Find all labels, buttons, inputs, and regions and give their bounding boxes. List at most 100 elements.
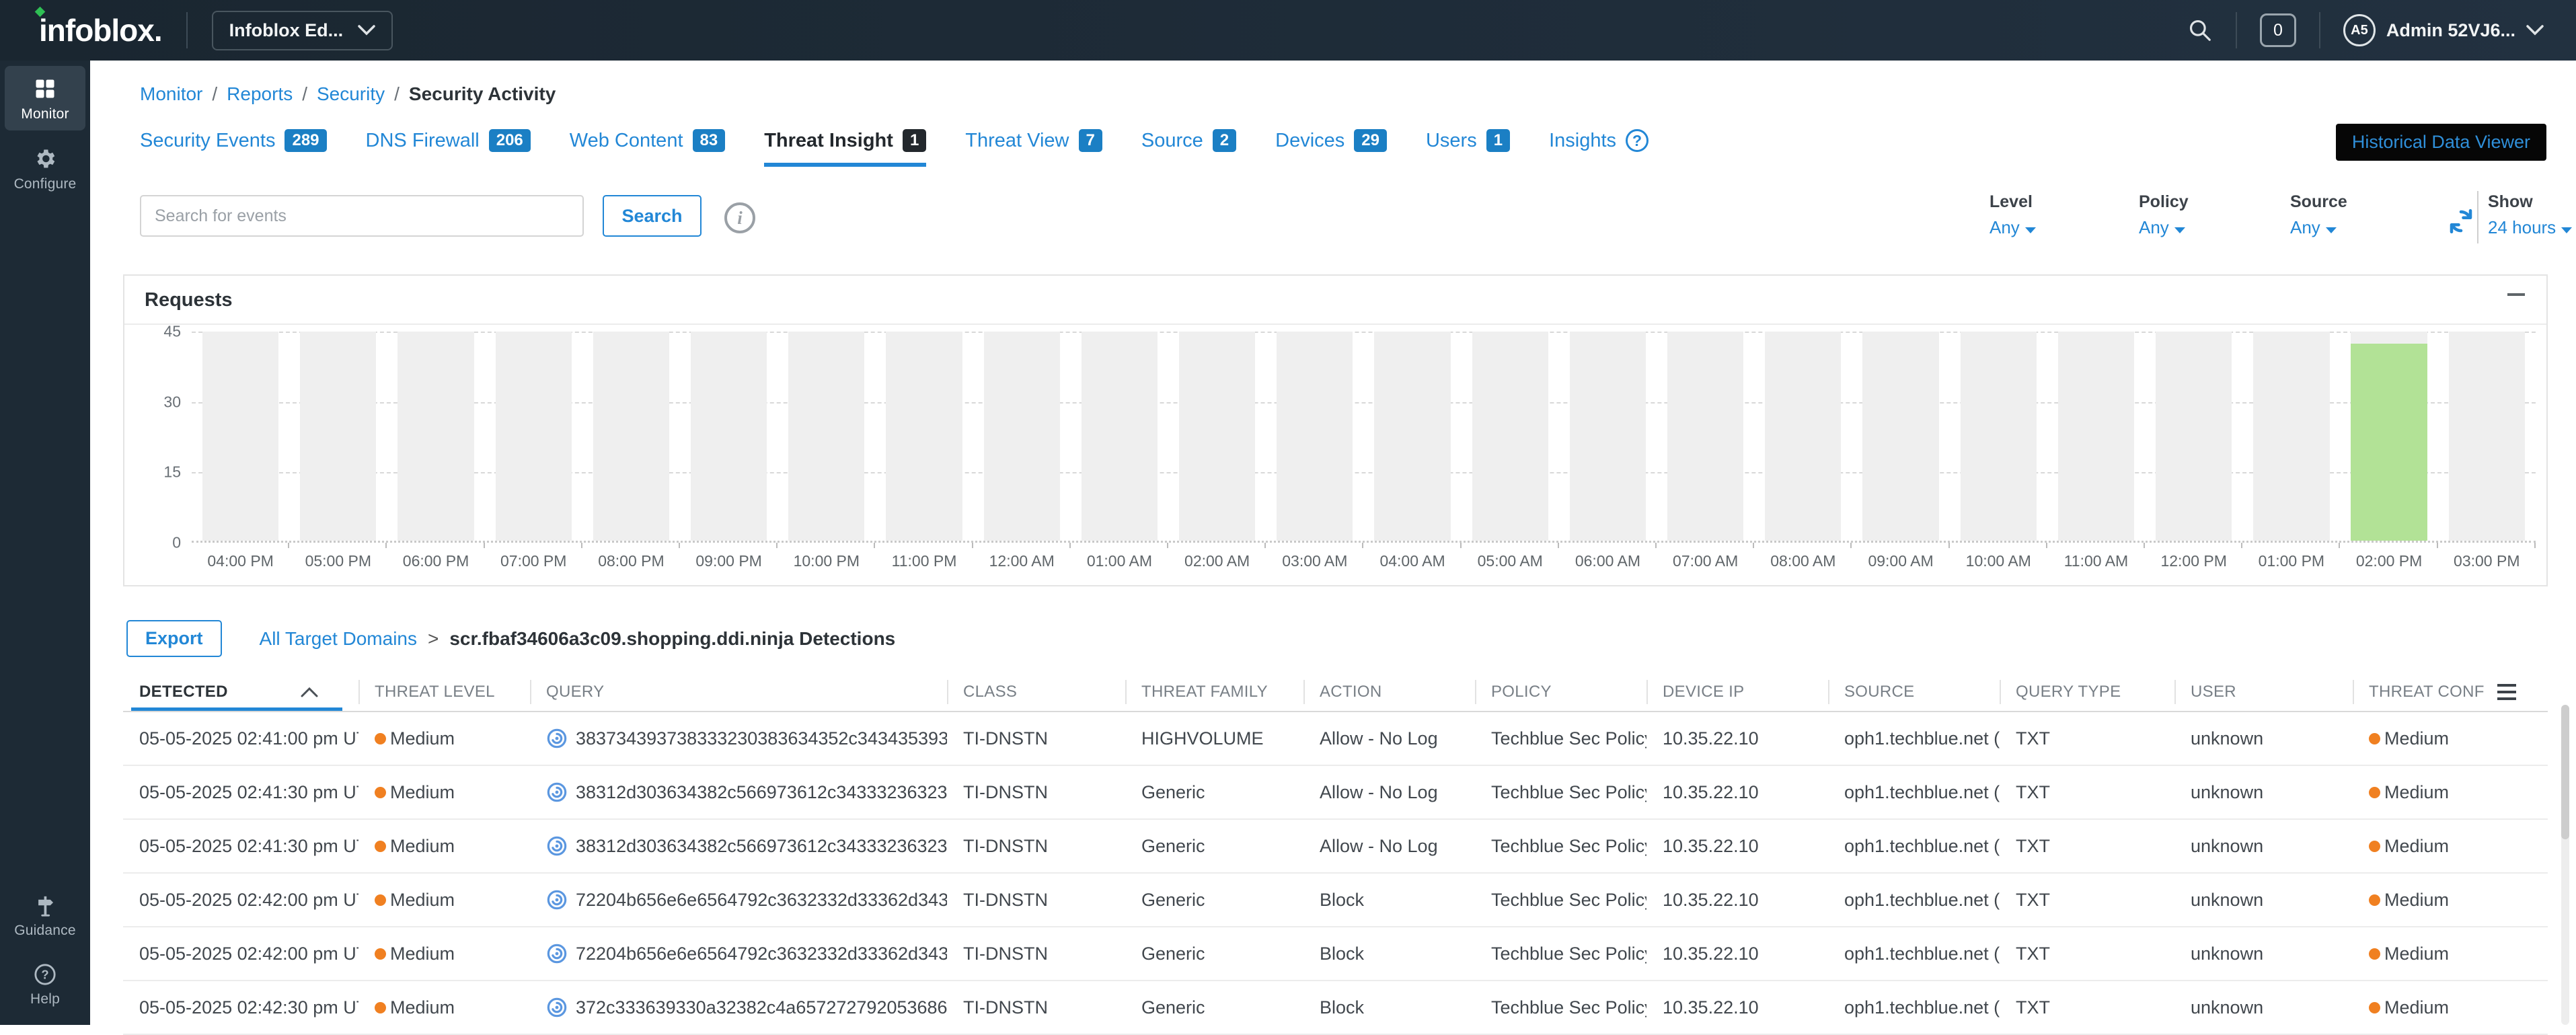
sidebar-item-configure[interactable]: Configure: [5, 136, 85, 200]
column-header-device-ip[interactable]: DEVICE IP: [1646, 673, 1828, 711]
table-scrollbar[interactable]: [2561, 705, 2569, 1025]
search-button[interactable]: Search: [603, 195, 701, 237]
scrollbar-thumb[interactable]: [2561, 705, 2569, 839]
column-header-query[interactable]: QUERY: [530, 673, 947, 711]
tab-source[interactable]: Source2: [1141, 129, 1236, 167]
chart-column-band: [1667, 332, 1743, 541]
chart-column-band: [1862, 332, 1938, 541]
column-header-query-type[interactable]: QUERY TYPE: [2000, 673, 2174, 711]
help-icon[interactable]: ?: [1626, 129, 1649, 152]
column-settings-icon[interactable]: [2497, 684, 2516, 700]
query-text[interactable]: 72204b656e6e6564792c3632332d33362d3436..…: [576, 890, 947, 911]
tab-insights[interactable]: Insights?: [1549, 129, 1649, 167]
x-tick-label: 06:00 PM: [387, 552, 484, 570]
filter-policy-dropdown[interactable]: Any: [2139, 217, 2189, 238]
chart-hour-cell: [582, 332, 680, 541]
topbar-divider: [2319, 12, 2320, 48]
breadcrumb-link-reports[interactable]: Reports: [227, 83, 293, 104]
column-header-threat-level[interactable]: THREAT LEVEL: [358, 673, 530, 711]
cell-query-type: TXT: [2000, 997, 2174, 1018]
chart-hour-cell: [1559, 332, 1657, 541]
search-input[interactable]: [140, 195, 584, 237]
table-row[interactable]: 05-05-2025 02:42:00 pm UTCMedium72204b65…: [123, 927, 2548, 981]
tab-threat-view[interactable]: Threat View7: [965, 129, 1102, 167]
x-tick-label: 01:00 AM: [1071, 552, 1168, 570]
table-header: DETECTEDTHREAT LEVELQUERY CLASS THREAT FAM…: [123, 673, 2548, 712]
avatar[interactable]: A5: [2343, 14, 2376, 46]
tab-security-events[interactable]: Security Events289: [140, 129, 327, 167]
chart-column-band: [2156, 332, 2232, 541]
chart-column-band: [300, 332, 376, 541]
search-icon[interactable]: [2187, 17, 2213, 43]
notifications-badge[interactable]: 0: [2260, 13, 2296, 47]
collapse-icon[interactable]: [2507, 293, 2525, 296]
column-header-source[interactable]: SOURCE: [1828, 673, 2000, 711]
query-text[interactable]: 38312d303634382c566973612c343332363237..…: [576, 836, 947, 857]
top-bar: infoblox. Infoblox Ed... 0 A5 Admin 52VJ…: [0, 0, 2576, 61]
x-tick-label: 01:00 PM: [2242, 552, 2340, 570]
tab-devices[interactable]: Devices29: [1275, 129, 1387, 167]
breadcrumb-separator: /: [394, 83, 400, 104]
chevron-down-icon[interactable]: [2526, 25, 2544, 36]
query-text[interactable]: 372c333639330a32382c4a6572727920536865..…: [576, 997, 947, 1018]
x-axis-tick: [2339, 543, 2340, 548]
severity-dot-icon: [2369, 787, 2380, 798]
x-tick-label: 10:00 AM: [1950, 552, 2047, 570]
filter-source-dropdown[interactable]: Any: [2290, 217, 2347, 238]
tab-web-content[interactable]: Web Content83: [570, 129, 725, 167]
refresh-icon[interactable]: [2447, 207, 2475, 235]
severity-label: Medium: [390, 944, 455, 964]
cell-threat-level: Medium: [358, 890, 530, 911]
breadcrumb-link-security[interactable]: Security: [317, 83, 385, 104]
tab-dns-firewall[interactable]: DNS Firewall206: [366, 129, 531, 167]
x-tick-label: 03:00 PM: [2438, 552, 2536, 570]
show-range-dropdown[interactable]: 24 hours: [2488, 217, 2572, 238]
export-button[interactable]: Export: [126, 620, 222, 657]
requests-bar[interactable]: [2351, 344, 2427, 541]
breadcrumb-link-monitor[interactable]: Monitor: [140, 83, 202, 104]
cell-detected: 05-05-2025 02:41:30 pm UTC: [123, 836, 358, 857]
filter-level-dropdown[interactable]: Any: [1990, 217, 2036, 238]
cell-query: 72204b656e6e6564792c3632332d33362d3436..…: [530, 943, 947, 964]
column-header-action[interactable]: ACTION: [1303, 673, 1475, 711]
x-axis-tick: [288, 543, 289, 548]
filter-policy: Policy Any: [2139, 192, 2189, 238]
historical-data-viewer-button[interactable]: Historical Data Viewer: [2336, 124, 2546, 161]
cell-threat-level: Medium: [358, 997, 530, 1018]
column-header-threat-family[interactable]: THREAT FAMILY: [1125, 673, 1303, 711]
all-target-domains-link[interactable]: All Target Domains: [260, 628, 417, 649]
query-text[interactable]: 383734393738333230383634352c343435393...: [576, 728, 947, 749]
info-icon[interactable]: i: [724, 202, 755, 233]
column-header-user[interactable]: USER: [2174, 673, 2353, 711]
chart-hour-cell: [680, 332, 778, 541]
chart-hour-cell: [1266, 332, 1363, 541]
sidebar-item-help[interactable]: ? Help: [5, 952, 85, 1015]
column-header-label: SOURCE: [1844, 683, 1914, 701]
cell-detected: 05-05-2025 02:42:00 pm UTC: [123, 890, 358, 911]
query-text[interactable]: 38312d303634382c566973612c343332363237..…: [576, 782, 947, 803]
column-header-threat-confi[interactable]: THREAT CONFI...: [2353, 673, 2484, 711]
column-header-detected[interactable]: DETECTED: [123, 673, 358, 711]
tab-count-badge: 289: [285, 129, 326, 152]
chart-column-band: [1374, 332, 1450, 541]
sidebar-item-guidance[interactable]: Guidance: [5, 884, 85, 947]
cell-class: TI-DNSTN: [947, 890, 1125, 911]
sidebar-item-monitor[interactable]: Monitor: [5, 66, 85, 130]
app-switcher-dropdown[interactable]: Infoblox Ed...: [212, 11, 393, 50]
column-header-policy[interactable]: POLICY: [1475, 673, 1646, 711]
chart-hour-cell: [387, 332, 484, 541]
column-header-label: CLASS: [963, 683, 1017, 701]
table-row[interactable]: 05-05-2025 02:41:30 pm UTCMedium38312d30…: [123, 766, 2548, 820]
table-row[interactable]: 05-05-2025 02:42:30 pm UTCMedium372c3336…: [123, 981, 2548, 1035]
column-header-class[interactable]: CLASS: [947, 673, 1125, 711]
y-tick-label: 15: [163, 463, 181, 482]
table-row[interactable]: 05-05-2025 02:41:30 pm UTCMedium38312d30…: [123, 820, 2548, 874]
tab-threat-insight[interactable]: Threat Insight1: [764, 129, 926, 167]
cell-threat-family: HIGHVOLUME: [1125, 728, 1303, 749]
tab-count-badge: 1: [903, 129, 926, 152]
tab-users[interactable]: Users1: [1426, 129, 1510, 167]
query-text[interactable]: 72204b656e6e6564792c3632332d33362d3436..…: [576, 944, 947, 964]
cell-source: oph1.techblue.net (...: [1828, 997, 2000, 1018]
table-row[interactable]: 05-05-2025 02:42:00 pm UTCMedium 72204b65…: [123, 874, 2548, 927]
table-row[interactable]: 05-05-2025 02:41:00 pm UTCMedium38373439…: [123, 712, 2548, 766]
